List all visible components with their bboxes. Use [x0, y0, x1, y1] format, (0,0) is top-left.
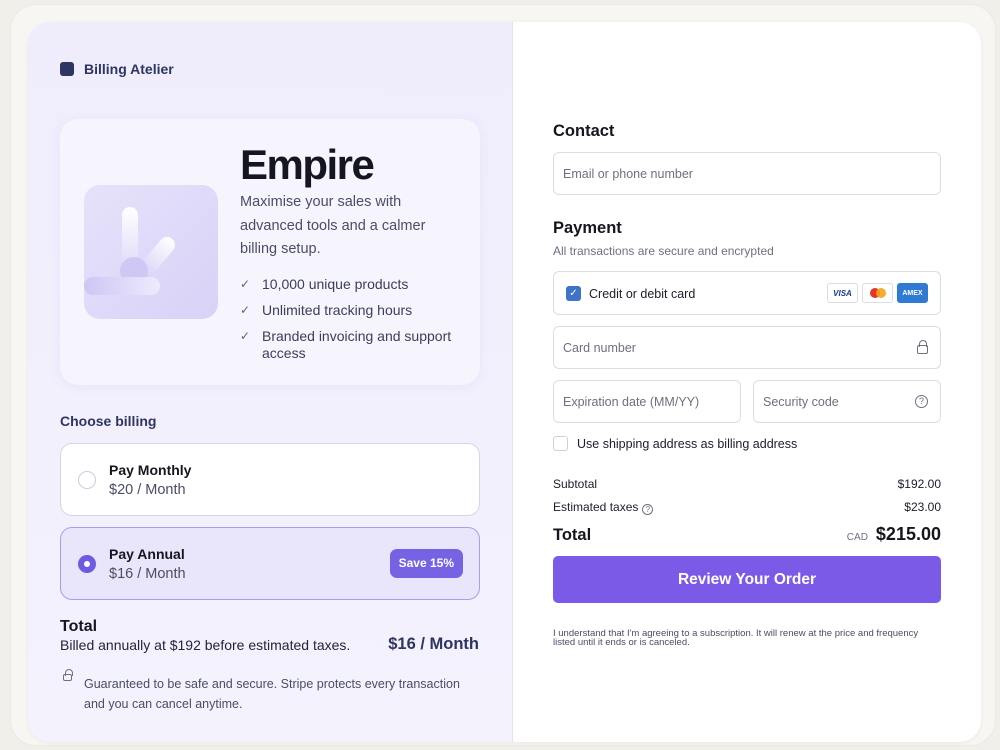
- feature-item: ✓ Unlimited tracking hours: [240, 302, 470, 319]
- currency-code: CAD: [846, 532, 868, 543]
- billing-option-annual[interactable]: Pay Annual $16 / Month Save 15%: [60, 527, 480, 600]
- subscription-legal-text: I understand that I'm agreeing to a subs…: [553, 628, 919, 648]
- feature-item: ✓ 10,000 unique products: [240, 276, 470, 293]
- card-method-checkbox[interactable]: ✓: [566, 286, 581, 301]
- check-icon: ✓: [240, 277, 251, 291]
- order-total-value: $215.00: [875, 524, 941, 544]
- option-name: Pay Annual: [109, 546, 185, 562]
- billing-option-monthly[interactable]: Pay Monthly $20 / Month: [60, 443, 480, 516]
- guarantee-text: Guaranteed to be safe and secure. Stripe…: [84, 677, 460, 711]
- payment-subtitle: All transactions are secure and encrypte…: [553, 244, 774, 258]
- option-price: $16 / Month: [109, 566, 186, 582]
- plan-illustration: [84, 185, 218, 319]
- feature-list: ✓ 10,000 unique products ✓ Unlimited track…: [240, 276, 470, 371]
- card-number-field[interactable]: [553, 326, 941, 369]
- plan-title: Empire: [240, 141, 375, 188]
- checkout-card: Billing Atelier Empire Maximise your sal…: [28, 22, 981, 742]
- feature-label: 10,000 unique products: [262, 276, 409, 292]
- card-number-input[interactable]: [554, 327, 940, 368]
- subtotal-label: Subtotal: [553, 477, 598, 491]
- monthly-radio[interactable]: [78, 471, 96, 489]
- check-icon: ✓: [240, 329, 251, 343]
- option-name: Pay Monthly: [109, 462, 192, 478]
- brand-logo-icon: [60, 62, 74, 76]
- help-icon[interactable]: ?: [915, 395, 928, 408]
- subtotal-row: Subtotal $192.00: [553, 477, 941, 491]
- subtotal-value: $192.00: [897, 477, 941, 491]
- plan-card: Empire Maximise your sales with advanced…: [60, 119, 480, 385]
- annual-radio[interactable]: [78, 555, 96, 573]
- shipping-billing-toggle[interactable]: Use shipping address as billing address: [553, 436, 797, 451]
- lock-icon: [63, 669, 73, 681]
- amex-icon: AMEX: [897, 283, 928, 303]
- plan-description: Maximise your sales with advanced tools …: [240, 194, 426, 257]
- summary-total-title: Total: [60, 618, 98, 635]
- save-badge: Save 15%: [389, 549, 463, 578]
- feature-label: Branded invoicing and support access: [262, 328, 452, 361]
- review-order-button[interactable]: Review Your Order: [553, 556, 941, 603]
- payment-heading: Payment: [553, 219, 622, 237]
- order-total-row: Total CAD $215.00: [553, 524, 941, 545]
- mastercard-icon: [862, 283, 893, 303]
- summary-total-detail: Billed annually at $192 before estimated…: [60, 637, 351, 653]
- info-icon[interactable]: ?: [642, 504, 654, 515]
- shipping-label: Use shipping address as billing address: [577, 436, 798, 451]
- security-code-input[interactable]: [754, 381, 940, 422]
- taxes-label: Estimated taxes: [553, 500, 639, 514]
- plan-panel: Billing Atelier Empire Maximise your sal…: [28, 22, 513, 742]
- brand-name: Billing Atelier: [84, 61, 174, 77]
- visa-icon: VISA: [827, 283, 858, 303]
- lock-icon: [917, 340, 928, 354]
- option-price: $20 / Month: [109, 482, 186, 498]
- card-logos: VISA AMEX: [827, 283, 928, 303]
- brand: Billing Atelier: [60, 61, 174, 77]
- expiry-field[interactable]: [553, 380, 741, 423]
- feature-label: Unlimited tracking hours: [262, 302, 413, 318]
- choose-billing-heading: Choose billing: [60, 413, 157, 429]
- order-total-label: Total: [553, 526, 592, 544]
- check-icon: ✓: [240, 303, 251, 317]
- taxes-row: Estimated taxes? $23.00: [553, 500, 941, 515]
- taxes-value: $23.00: [904, 500, 941, 514]
- contact-heading: Contact: [553, 122, 615, 140]
- email-field[interactable]: [553, 152, 941, 195]
- expiry-input[interactable]: [554, 381, 740, 422]
- feature-item: ✓ Branded invoicing and support access: [240, 328, 470, 362]
- summary-total-amount: $16 / Month: [388, 635, 479, 653]
- email-input[interactable]: [554, 153, 940, 194]
- shipping-checkbox[interactable]: [553, 436, 568, 451]
- payment-method-card[interactable]: ✓ Credit or debit card VISA AMEX: [553, 271, 941, 315]
- payment-method-label: Credit or debit card: [589, 287, 696, 301]
- checkout-panel: Contact Payment All transactions are sec…: [513, 22, 981, 742]
- security-code-field[interactable]: ?: [753, 380, 941, 423]
